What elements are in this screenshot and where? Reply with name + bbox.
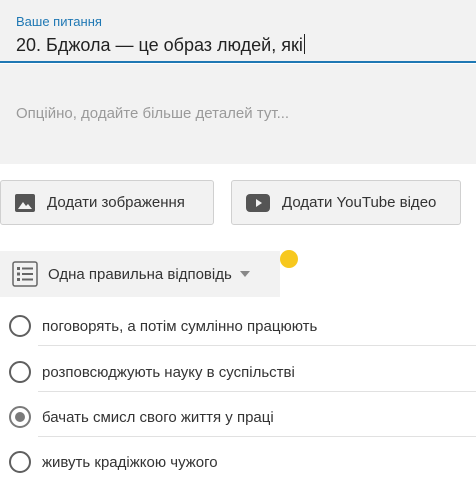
add-youtube-label: Додати YouTube відео (282, 194, 437, 211)
divider (38, 391, 476, 392)
text-caret (303, 34, 305, 54)
answer-radio-selected[interactable] (9, 406, 31, 428)
answer-type-label: Одна правильна відповідь (48, 265, 232, 283)
details-field[interactable]: Опційно, додайте більше деталей тут... (0, 64, 476, 164)
question-field[interactable]: Ваше питання 20. Бджола — це образ людей… (0, 0, 476, 63)
answer-radio[interactable] (9, 315, 31, 337)
add-youtube-button[interactable]: Додати YouTube відео (231, 180, 461, 225)
answer-option-text: поговорять, а потім сумлінно працюють (42, 317, 318, 335)
image-icon (15, 193, 35, 212)
answer-option[interactable]: поговорять, а потім сумлінно працюють (0, 306, 476, 346)
details-placeholder: Опційно, додайте більше деталей тут... (16, 105, 290, 122)
chevron-down-icon (239, 271, 250, 277)
answer-radio[interactable] (9, 451, 31, 473)
divider (38, 436, 476, 437)
question-label: Ваше питання (16, 14, 102, 29)
question-input[interactable]: 20. Бджола — це образ людей, які (16, 34, 305, 56)
answer-option-text: живуть крадіжкою чужого (42, 453, 218, 471)
answer-option-text: бачать смисл свого життя у праці (42, 408, 274, 426)
youtube-icon (246, 193, 270, 212)
answer-option[interactable]: живуть крадіжкою чужого (0, 442, 476, 478)
question-editor: Ваше питання 20. Бджола — це образ людей… (0, 0, 476, 478)
question-text: 20. Бджола — це образ людей, які (16, 35, 303, 55)
answer-option[interactable]: бачать смисл свого життя у праці (0, 397, 476, 437)
list-icon (12, 261, 38, 287)
divider (38, 345, 476, 346)
add-image-button[interactable]: Додати зображення (0, 180, 214, 225)
answer-type-dropdown[interactable]: Одна правильна відповідь (0, 251, 280, 297)
answer-option[interactable]: розповсюджують науку в суспільстві (0, 352, 476, 392)
add-image-label: Додати зображення (47, 194, 185, 211)
status-indicator-dot (280, 250, 298, 268)
answer-radio[interactable] (9, 361, 31, 383)
answer-option-text: розповсюджують науку в суспільстві (42, 363, 295, 381)
